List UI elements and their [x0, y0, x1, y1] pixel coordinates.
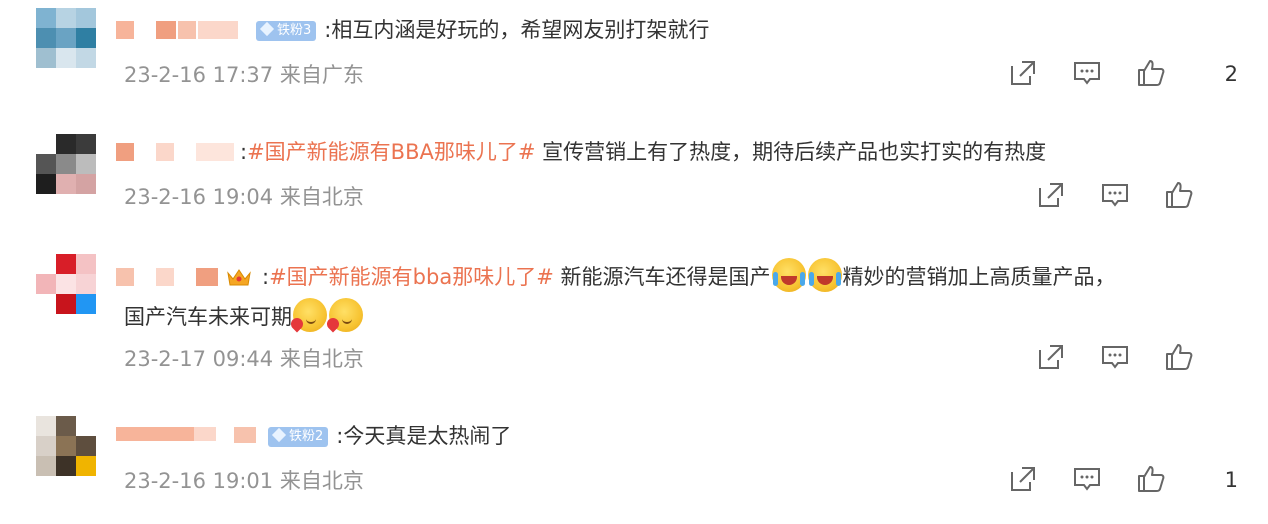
- badge-label: 铁粉3: [277, 23, 312, 38]
- comment-button[interactable]: [1072, 464, 1106, 496]
- comment-text: 宣传营销上有了热度，期待后续产品也实打实的有热度: [535, 140, 1047, 164]
- topic-link[interactable]: #国产新能源有BBA那味儿了#: [247, 140, 535, 164]
- comment-meta: 23-2-16 19:01 来自北京: [124, 466, 364, 496]
- timestamp: 23-2-16 19:01: [124, 469, 274, 493]
- comment-content: :#国产新能源有BBA那味儿了# 宣传营销上有了热度，期待后续产品也实打实的有热…: [116, 136, 1046, 168]
- comment-button[interactable]: [1100, 180, 1134, 212]
- comment-icon: [1102, 184, 1128, 207]
- comment-meta: 23-2-17 09:44 来自北京: [124, 344, 364, 374]
- comment-text: 国产汽车未来可期: [124, 305, 292, 329]
- like-button[interactable]: [1164, 342, 1198, 374]
- fan-badge[interactable]: 铁粉2: [268, 427, 329, 447]
- timestamp: 23-2-17 09:44: [124, 347, 274, 371]
- action-bar: 2: [988, 58, 1238, 90]
- heart-face-icon: [288, 298, 327, 333]
- share-button[interactable]: [1008, 464, 1042, 496]
- like-button[interactable]: [1136, 58, 1170, 90]
- comment-button[interactable]: [1100, 342, 1134, 374]
- action-bar: [988, 342, 1238, 374]
- crown-icon: [227, 269, 251, 286]
- thumbs-up-icon: [1166, 344, 1193, 370]
- topic-link[interactable]: #国产新能源有bba那味儿了#: [269, 265, 554, 289]
- share-icon: [1039, 183, 1063, 207]
- username[interactable]: [116, 267, 226, 286]
- action-bar: 1: [988, 464, 1238, 496]
- comment-button[interactable]: [1072, 58, 1106, 90]
- share-button[interactable]: [1008, 58, 1042, 90]
- share-icon: [1039, 345, 1063, 369]
- fan-badge[interactable]: 铁粉3: [256, 21, 317, 41]
- username[interactable]: [116, 20, 256, 39]
- timestamp: 23-2-16 17:37: [124, 63, 274, 87]
- avatar[interactable]: [36, 254, 100, 318]
- crying-laughing-face-icon: [807, 258, 842, 292]
- location: 来自北京: [279, 347, 364, 371]
- comment-content: 铁粉3:相互内涵是好玩的，希望网友别打架就行: [116, 14, 709, 46]
- share-icon: [1011, 467, 1035, 491]
- like-count: 1: [1224, 468, 1238, 492]
- location: 来自北京: [279, 469, 364, 493]
- comment-text: 精妙的营销加上高质量产品，: [842, 265, 1116, 289]
- like-button[interactable]: [1164, 180, 1198, 212]
- location: 来自广东: [279, 63, 364, 87]
- badge-label: 铁粉2: [289, 429, 324, 444]
- avatar[interactable]: [36, 8, 100, 72]
- comment-meta: 23-2-16 17:37 来自广东: [124, 60, 364, 90]
- comment-text: 今天真是太热闹了: [343, 424, 512, 448]
- like-count: 2: [1224, 62, 1238, 86]
- share-button[interactable]: [1036, 342, 1070, 374]
- comment-content: 铁粉2:今天真是太热闹了: [116, 420, 511, 452]
- like-button[interactable]: [1136, 464, 1170, 496]
- username[interactable]: [116, 426, 268, 443]
- comment-text: 相互内涵是好玩的，希望网友别打架就行: [331, 18, 710, 42]
- thumbs-up-icon: [1138, 466, 1165, 492]
- comment-meta: 23-2-16 19:04 来自北京: [124, 182, 364, 212]
- diamond-icon: [271, 427, 287, 443]
- comment-content: :#国产新能源有bba那味儿了# 新能源汽车还得是国产 精妙的营销加上高质量产品，: [116, 258, 1116, 293]
- avatar[interactable]: [36, 416, 100, 480]
- timestamp: 23-2-16 19:04: [124, 185, 274, 209]
- comment-content-line2: 国产汽车未来可期: [124, 298, 364, 333]
- comment-icon: [1074, 468, 1100, 491]
- username[interactable]: [116, 142, 240, 161]
- action-bar: [988, 180, 1238, 212]
- heart-face-icon: [324, 298, 363, 333]
- comment-icon: [1102, 346, 1128, 369]
- comment-icon: [1074, 62, 1100, 85]
- share-button[interactable]: [1036, 180, 1070, 212]
- thumbs-up-icon: [1138, 60, 1165, 86]
- avatar[interactable]: [36, 134, 100, 198]
- diamond-icon: [259, 21, 275, 37]
- share-icon: [1011, 61, 1035, 85]
- crying-laughing-face-icon: [771, 258, 806, 292]
- location: 来自北京: [279, 185, 364, 209]
- thumbs-up-icon: [1166, 182, 1193, 208]
- comment-text: 新能源汽车还得是国产: [553, 265, 771, 289]
